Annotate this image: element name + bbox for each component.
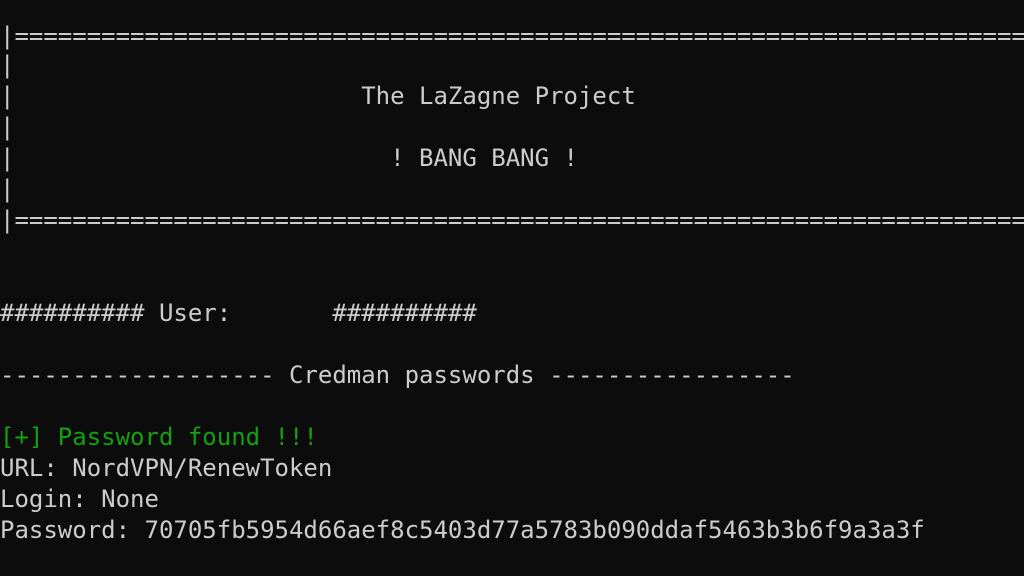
banner-pipe: | — [0, 113, 15, 141]
terminal-window[interactable]: |=======================================… — [0, 0, 1024, 576]
login-line: Login: None — [0, 485, 159, 513]
banner-border-bottom: |=======================================… — [0, 206, 1024, 234]
section-header: ------------------- Credman passwords --… — [0, 361, 795, 389]
banner-border-top: |=======================================… — [0, 22, 1024, 50]
url-line: URL: NordVPN/RenewToken — [0, 454, 333, 482]
password-found-message: [+] Password found !!! — [0, 423, 318, 451]
banner-title: | The LaZagne Project — [0, 82, 636, 110]
banner-pipe: | — [0, 51, 15, 79]
password-line: Password: 70705fb5954d66aef8c5403d77a578… — [0, 516, 925, 544]
banner-pipe: | — [0, 175, 15, 203]
user-header: ########## User: ########## — [0, 299, 477, 327]
banner-subtitle: | ! BANG BANG ! — [0, 144, 578, 172]
